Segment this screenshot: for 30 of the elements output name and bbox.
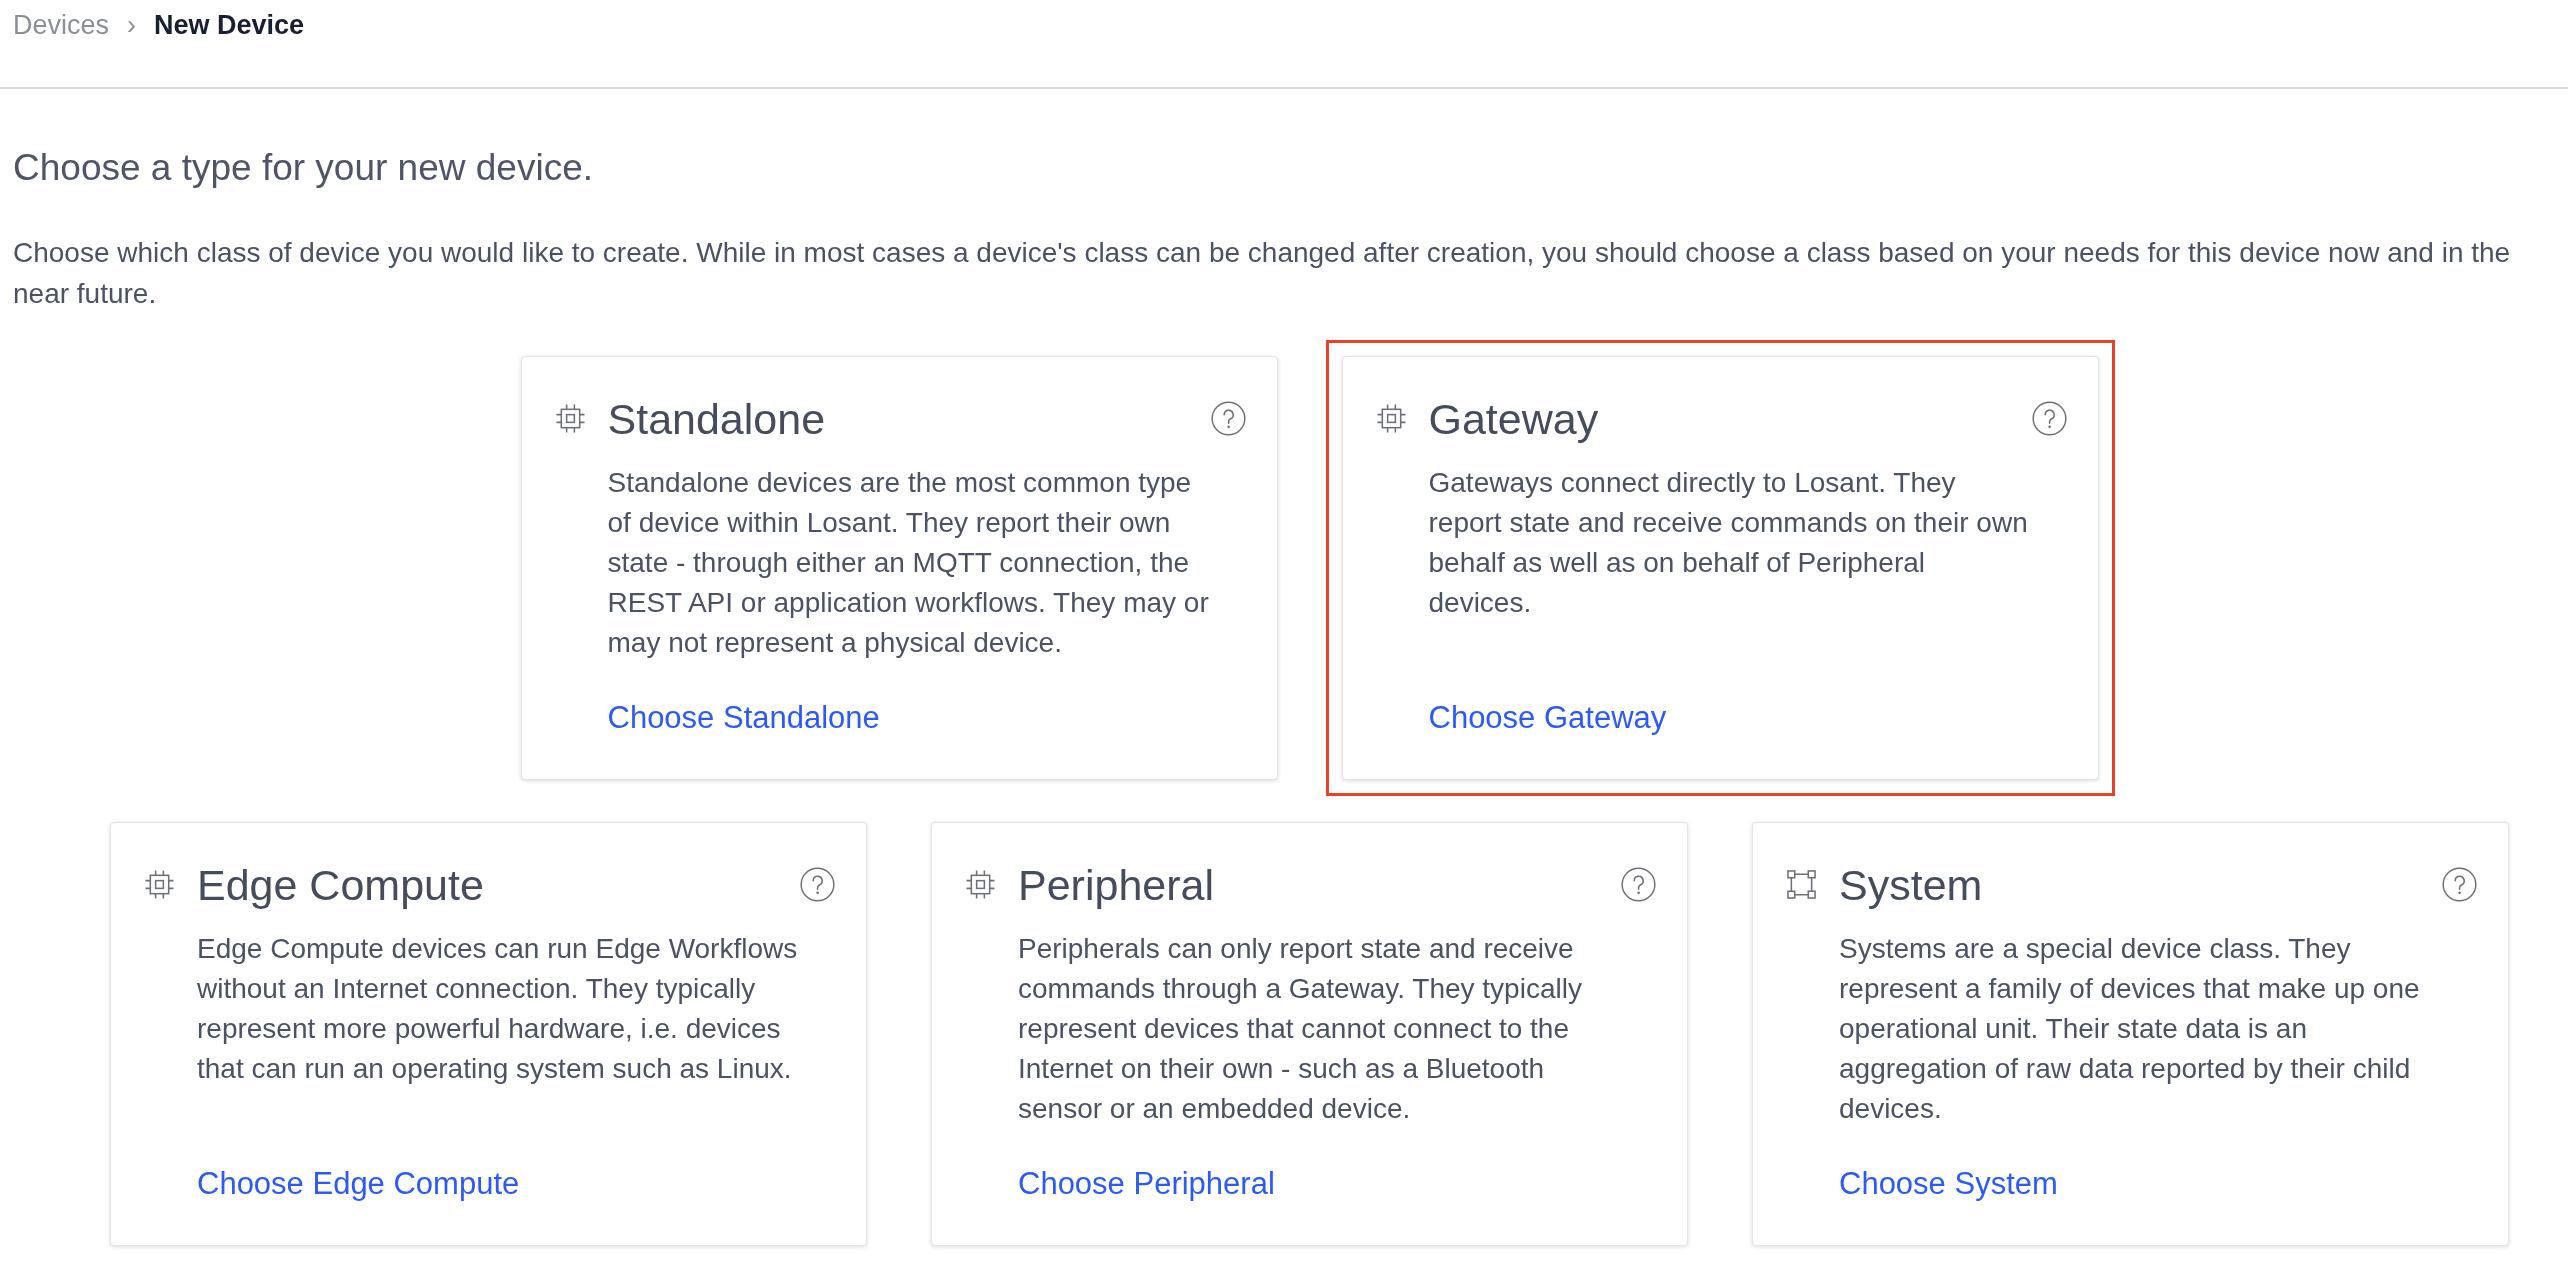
chip-icon bbox=[966, 870, 995, 899]
card-title: System bbox=[1839, 860, 1984, 911]
breadcrumb-current: New Device bbox=[154, 9, 305, 42]
connected-squares-icon bbox=[1787, 870, 1816, 899]
card-description: Systems are a special device class. They represent a family of devices that make up one operational unit. Their state data is an aggregation of raw data reported by their child devices. bbox=[1839, 932, 2421, 1126]
help-icon[interactable] bbox=[2031, 401, 2067, 436]
help-icon[interactable] bbox=[2442, 867, 2477, 902]
card-title: Standalone bbox=[607, 394, 827, 445]
card-title: Peripheral bbox=[1018, 860, 1215, 911]
help-icon[interactable] bbox=[1210, 401, 1246, 436]
choose-link[interactable]: Choose Peripheral bbox=[1018, 1166, 1275, 1201]
card-description: Edge Compute devices can run Edge Workflows without an Internet connection. They typically represent more powerful hardware, i.e. devices that can run an operating system such as Linux. bbox=[197, 932, 799, 1086]
page-heading: Choose a type for your new device. bbox=[13, 146, 594, 190]
choose-link[interactable]: Choose System bbox=[1839, 1166, 2058, 1201]
chip-icon bbox=[145, 870, 174, 899]
card-description: Standalone devices are the most common type of device within Losant. They report their own state - through either an MQTT connection, the REST API or application workflows. They may or may not represent a physical device. bbox=[607, 466, 1210, 660]
breadcrumb-link[interactable]: Devices bbox=[13, 8, 110, 42]
help-icon[interactable] bbox=[800, 867, 835, 902]
card-title: Gateway bbox=[1428, 394, 1600, 445]
chip-icon bbox=[1376, 404, 1406, 433]
breadcrumb-separator: › bbox=[127, 9, 137, 42]
choose-link[interactable]: Choose Standalone bbox=[607, 700, 880, 735]
help-icon[interactable] bbox=[1621, 867, 1656, 902]
card-description: Peripherals can only report state and receive commands through a Gateway. They typically represent devices that cannot connect to the Internet on their own - such as a Bluetooth sensor or an embedded device. bbox=[1018, 932, 1583, 1126]
choose-link[interactable]: Choose Gateway bbox=[1428, 700, 1667, 735]
card-description: Gateways connect directly to Losant. They report state and receive commands on their own behalf as well as on behalf of Peripheral devices. bbox=[1428, 466, 2029, 620]
intro-text: Choose which class of device you would like to create. While in most cases a device's class can be changed after creation, you should choose a class based on your needs for this device now and in the near future. bbox=[13, 236, 2512, 311]
choose-link[interactable]: Choose Edge Compute bbox=[197, 1166, 520, 1201]
chip-icon bbox=[555, 404, 585, 433]
card-title: Edge Compute bbox=[197, 860, 485, 911]
